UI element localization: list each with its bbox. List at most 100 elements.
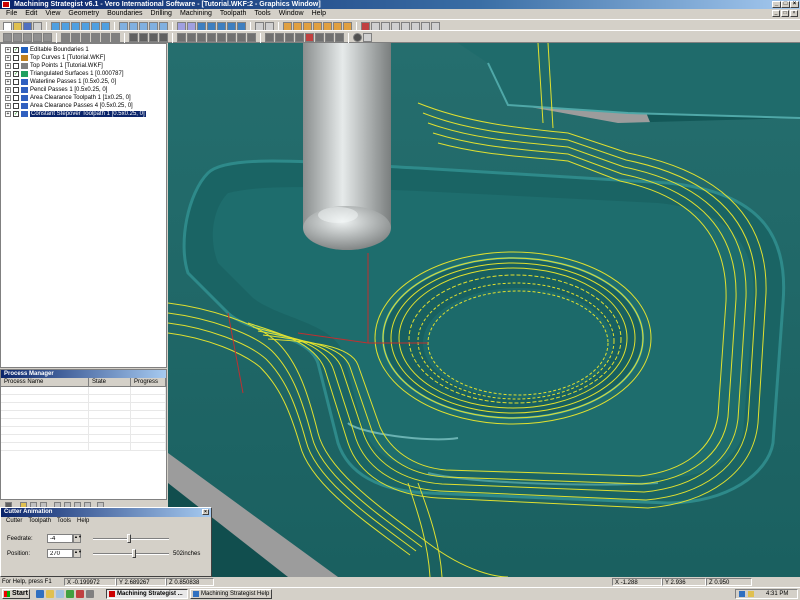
pass-icon-3[interactable] xyxy=(149,33,158,42)
menu-tools[interactable]: Tools xyxy=(250,9,274,19)
tool-d-icon[interactable] xyxy=(33,33,42,42)
volume-icon[interactable] xyxy=(748,591,754,597)
window-title-bar[interactable]: Machining Strategist v6.1 - Vero Interna… xyxy=(0,0,800,9)
edit-icon-1[interactable] xyxy=(177,33,186,42)
maximize-button[interactable]: □ xyxy=(781,1,790,8)
visibility-checkbox[interactable] xyxy=(13,55,19,61)
diamond-icon-1[interactable] xyxy=(61,33,70,42)
pass-icon-4[interactable] xyxy=(159,33,168,42)
mdi-close-button[interactable]: × xyxy=(790,10,798,17)
tool-a-icon[interactable] xyxy=(3,33,12,42)
column-header-process-name[interactable]: Process Name xyxy=(1,378,89,386)
edit-icon-5[interactable] xyxy=(217,33,226,42)
start-button[interactable]: Start xyxy=(2,589,30,599)
tool-c-icon[interactable] xyxy=(23,33,32,42)
mdi-minimize-button[interactable]: _ xyxy=(772,10,780,17)
edit-icon-11[interactable] xyxy=(285,33,294,42)
visibility-checkbox[interactable] xyxy=(13,63,19,69)
edit-icon-14[interactable] xyxy=(325,33,334,42)
expand-icon[interactable]: + xyxy=(5,71,11,77)
quicklaunch-ie-icon[interactable] xyxy=(36,590,44,598)
window-icon[interactable] xyxy=(363,33,372,42)
diamond-icon-4[interactable] xyxy=(91,33,100,42)
quicklaunch-desktop-icon[interactable] xyxy=(56,590,64,598)
edit-icon-3[interactable] xyxy=(197,33,206,42)
graphics-viewport[interactable] xyxy=(168,43,800,577)
position-slider-thumb[interactable] xyxy=(132,549,137,558)
menu-window[interactable]: Window xyxy=(275,9,308,19)
position-input[interactable] xyxy=(47,549,73,558)
menu-toolpath[interactable]: Toolpath xyxy=(25,517,54,526)
tool-e-icon[interactable] xyxy=(43,33,52,42)
menu-tools[interactable]: Tools xyxy=(54,517,74,526)
minimize-button[interactable]: _ xyxy=(772,1,781,8)
edit-icon-4[interactable] xyxy=(207,33,216,42)
tree-item-top-curves[interactable]: + Top Curves 1 [Tutorial.WKF] xyxy=(5,54,105,62)
expand-icon[interactable]: + xyxy=(5,47,11,53)
feedrate-input[interactable] xyxy=(47,534,73,543)
edit-icon-12[interactable] xyxy=(295,33,304,42)
expand-icon[interactable]: + xyxy=(5,63,11,69)
menu-boundaries[interactable]: Boundaries xyxy=(103,9,146,19)
expand-icon[interactable]: + xyxy=(5,111,11,117)
circle-icon[interactable] xyxy=(353,33,362,42)
menu-file[interactable]: File xyxy=(2,9,21,19)
visibility-checkbox[interactable]: ✓ xyxy=(13,47,19,53)
taskbar-item-help[interactable]: Machining Strategist Help xyxy=(190,589,272,599)
edit-icon-10[interactable] xyxy=(275,33,284,42)
menu-edit[interactable]: Edit xyxy=(21,9,41,19)
mdi-restore-button[interactable]: □ xyxy=(781,10,789,17)
expand-icon[interactable]: + xyxy=(5,87,11,93)
tree-item-editable-boundaries[interactable]: + ✓ Editable Boundaries 1 xyxy=(5,46,89,54)
tree-item-waterline-passes[interactable]: + Waterline Passes 1 [0.5x0.25, 0] xyxy=(5,78,116,86)
menu-machining[interactable]: Machining xyxy=(176,9,216,19)
position-slider-track[interactable] xyxy=(93,553,169,555)
visibility-checkbox[interactable] xyxy=(13,79,19,85)
menu-geometry[interactable]: Geometry xyxy=(64,9,103,19)
visibility-checkbox[interactable] xyxy=(13,103,19,109)
tree-item-top-points[interactable]: + Top Points 1 [Tutorial.WKF] xyxy=(5,62,103,70)
quicklaunch-app2-icon[interactable] xyxy=(76,590,84,598)
network-icon[interactable] xyxy=(739,591,745,597)
menu-toolpath[interactable]: Toolpath xyxy=(216,9,250,19)
tree-item-constant-stepover-toolpath[interactable]: + ✓ Constant Stepover Toolpath 1 [0.5x0.… xyxy=(5,110,147,118)
diamond-icon-5[interactable] xyxy=(101,33,110,42)
feedrate-spinner[interactable]: ▲▼ xyxy=(73,534,82,543)
diamond-icon-3[interactable] xyxy=(81,33,90,42)
edit-icon-6[interactable] xyxy=(227,33,236,42)
pass-icon-1[interactable] xyxy=(129,33,138,42)
diamond-icon-6[interactable] xyxy=(111,33,120,42)
visibility-checkbox[interactable] xyxy=(13,95,19,101)
position-spinner[interactable]: ▲▼ xyxy=(73,549,82,558)
tree-item-triangulated-surfaces[interactable]: + ✓ Triangulated Surfaces 1 [0.000787] xyxy=(5,70,124,78)
edit-icon-2[interactable] xyxy=(187,33,196,42)
tree-item-area-clearance-toolpath[interactable]: + Area Clearance Toolpath 1 [1x0.25, 0] xyxy=(5,94,131,102)
pass-icon-2[interactable] xyxy=(139,33,148,42)
menu-view[interactable]: View xyxy=(41,9,64,19)
quicklaunch-app3-icon[interactable] xyxy=(86,590,94,598)
feedrate-slider-thumb[interactable] xyxy=(127,534,132,543)
quicklaunch-app-icon[interactable] xyxy=(66,590,74,598)
close-icon[interactable]: × xyxy=(202,509,209,515)
menu-help[interactable]: Help xyxy=(308,9,330,19)
diamond-icon-2[interactable] xyxy=(71,33,80,42)
tree-item-pencil-passes[interactable]: + Pencil Passes 1 [0.5x0.25, 0] xyxy=(5,86,107,94)
close-button[interactable]: × xyxy=(790,1,799,8)
edit-icon-15[interactable] xyxy=(335,33,344,42)
tool-b-icon[interactable] xyxy=(13,33,22,42)
taskbar-item-machining-strategist[interactable]: Machining Strategist ... xyxy=(106,589,188,599)
menu-help[interactable]: Help xyxy=(74,517,92,526)
expand-icon[interactable]: + xyxy=(5,55,11,61)
visibility-checkbox[interactable] xyxy=(13,87,19,93)
edit-icon-9[interactable] xyxy=(265,33,274,42)
visibility-checkbox[interactable]: ✓ xyxy=(13,111,19,117)
expand-icon[interactable]: + xyxy=(5,79,11,85)
tree-item-area-clearance-passes[interactable]: + Area Clearance Passes 4 [0.5x0.25, 0] xyxy=(5,102,133,110)
edit-icon-8[interactable] xyxy=(247,33,256,42)
expand-icon[interactable]: + xyxy=(5,103,11,109)
visibility-checkbox[interactable]: ✓ xyxy=(13,71,19,77)
menu-cutter[interactable]: Cutter xyxy=(3,517,25,526)
column-header-progress[interactable]: Progress xyxy=(131,378,166,386)
quicklaunch-folder-icon[interactable] xyxy=(46,590,54,598)
clock[interactable]: 4:31 PM xyxy=(766,590,788,598)
